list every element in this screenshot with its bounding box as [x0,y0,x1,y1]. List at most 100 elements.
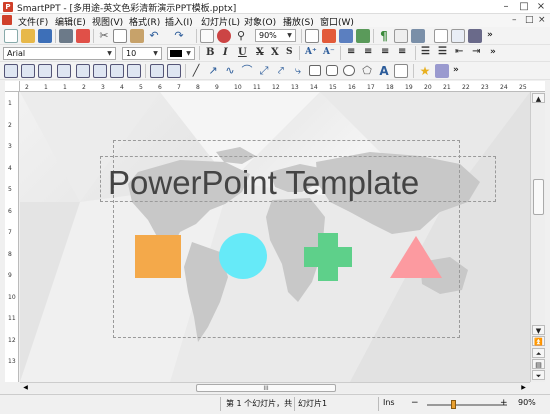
ungroup-icon[interactable] [167,64,181,78]
undo-icon[interactable]: ↶ [147,29,161,43]
zoom-slider-thumb[interactable] [451,400,456,409]
chart-icon[interactable] [356,29,370,43]
align-objects-top-icon[interactable] [57,64,71,78]
drawing-toolbar-overflow-button[interactable]: » [453,65,459,75]
connector-tool-icon[interactable]: ⤢ [257,64,271,78]
underline-icon[interactable]: U [238,47,247,58]
first-slide-icon[interactable]: ⏫ [532,336,545,346]
green-cross-shape[interactable] [304,233,352,281]
close-button[interactable]: × [532,0,550,13]
horizontal-ruler[interactable]: 2 1 1 2 3 4 5 6 7 8 9 10 11 12 13 14 15 16 17 18 19 20 21 22 23 2… [20,81,545,92]
curved-connector-icon[interactable]: ⤷ [291,64,305,78]
distribute-vertical-icon[interactable] [127,64,141,78]
new-icon[interactable] [4,29,18,43]
zoom-slider-track[interactable] [427,404,507,406]
bold-icon[interactable]: B [206,47,214,58]
new-slide-icon[interactable] [451,29,465,43]
slideshow-icon[interactable] [468,29,482,43]
paste-icon[interactable] [130,29,144,43]
strikethrough-icon[interactable]: X [256,47,264,58]
align-objects-middle-icon[interactable] [76,64,90,78]
table-icon[interactable] [200,29,214,43]
bullets-icon[interactable]: ☰ [421,46,430,57]
slide-title[interactable]: PowerPoint Template [108,164,419,202]
shapes-icon[interactable]: ⬠ [360,64,374,78]
cyan-circle-shape[interactable] [219,233,267,279]
redo-icon[interactable]: ↷ [172,29,186,43]
font-color-icon[interactable] [322,29,336,43]
double-underline-icon[interactable]: X [271,47,279,58]
slide-sorter-icon[interactable]: ▤ [532,359,545,369]
doc-close-button[interactable]: × [538,15,546,25]
zoom-in-icon[interactable]: + [500,398,508,408]
horizontal-scroll-thumb[interactable]: III [196,384,336,392]
font-color-combo[interactable]: ▼ [167,47,195,60]
search-replace-icon[interactable] [217,29,231,43]
next-slide-icon[interactable]: ⏷ [532,370,545,380]
scroll-left-icon[interactable]: ◀ [21,384,30,392]
shrink-font-icon[interactable]: A⁻ [323,47,335,57]
zoom-combo[interactable]: 90% ▼ [255,29,296,42]
doc-minimize-button[interactable]: – [512,15,517,25]
format-toolbar-overflow-button[interactable]: » [490,47,496,57]
align-objects-center-icon[interactable] [21,64,35,78]
pdf-icon[interactable] [76,29,90,43]
justify-icon[interactable]: ≡ [398,46,406,57]
clipart-icon[interactable] [435,64,449,78]
ellipse-tool-icon[interactable] [343,65,355,76]
rounded-rectangle-tool-icon[interactable] [326,65,338,76]
prev-slide-icon[interactable]: ⏶ [532,348,545,358]
align-center-icon[interactable]: ≡ [364,46,372,57]
italic-icon[interactable]: I [223,47,228,58]
vertical-ruler[interactable]: 1 2 3 4 5 6 7 8 9 10 11 12 13 [5,92,19,382]
curve-tool-icon[interactable]: ∿ [223,64,237,78]
rectangle-tool-icon[interactable] [309,65,321,76]
pink-triangle-shape[interactable] [390,236,442,278]
zoom-icon[interactable]: ⚲ [234,29,248,43]
line-tool-icon[interactable]: ╱ [189,64,203,78]
print-icon[interactable] [59,29,73,43]
wordart-icon[interactable]: A [377,64,391,78]
doc-restore-button[interactable]: □ [525,15,534,25]
align-objects-right-icon[interactable] [38,64,52,78]
scroll-right-icon[interactable]: ▶ [519,384,528,392]
open-folder-icon[interactable] [21,29,35,43]
copy-icon[interactable] [113,29,127,43]
shadow-icon[interactable]: S [286,47,293,57]
decrease-indent-icon[interactable]: ⇤ [455,46,463,57]
numbering-icon[interactable]: ☰ [438,46,447,57]
orange-square-shape[interactable] [135,235,181,278]
star-icon[interactable]: ★ [418,64,432,78]
text-box-icon[interactable] [305,29,319,43]
slide-canvas[interactable]: PowerPoint Template [20,92,530,382]
vertical-scrollbar[interactable]: ▲ ▼ ⏫ ⏶ ▤ ⏷ [530,92,545,382]
align-objects-bottom-icon[interactable] [93,64,107,78]
align-objects-left-icon[interactable] [4,64,18,78]
elbow-connector-icon[interactable]: ⤤ [274,64,288,78]
freeform-tool-icon[interactable]: ⌒ [240,64,254,78]
font-size-combo[interactable]: 10 ▼ [122,47,162,60]
cut-icon[interactable]: ✂ [97,29,111,43]
toolbar-overflow-button[interactable]: » [487,30,493,40]
slide-layout-icon[interactable] [434,29,448,43]
group-icon[interactable] [150,64,164,78]
grow-font-icon[interactable]: A⁺ [305,47,317,57]
vertical-scroll-thumb[interactable] [533,179,544,215]
spell-check-icon[interactable] [394,29,408,43]
distribute-horizontal-icon[interactable] [110,64,124,78]
font-name-combo[interactable]: Arial ▼ [3,47,116,60]
paragraph-icon[interactable]: ¶ [377,29,391,43]
horizontal-scrollbar[interactable]: ◀ III ▶ [20,382,530,393]
format-painter-icon[interactable] [411,29,425,43]
maximize-button[interactable]: □ [515,0,533,13]
minimize-button[interactable]: – [497,0,515,13]
align-left-icon[interactable]: ≡ [347,46,355,57]
scroll-up-icon[interactable]: ▲ [532,93,545,103]
textbox-tool-icon[interactable] [394,64,408,78]
increase-indent-icon[interactable]: ⇥ [472,46,480,57]
arrow-tool-icon[interactable]: ↗ [206,64,220,78]
align-right-icon[interactable]: ≡ [381,46,389,57]
zoom-out-icon[interactable]: − [411,398,419,408]
picture-icon[interactable] [339,29,353,43]
scroll-down-icon[interactable]: ▼ [532,325,545,335]
